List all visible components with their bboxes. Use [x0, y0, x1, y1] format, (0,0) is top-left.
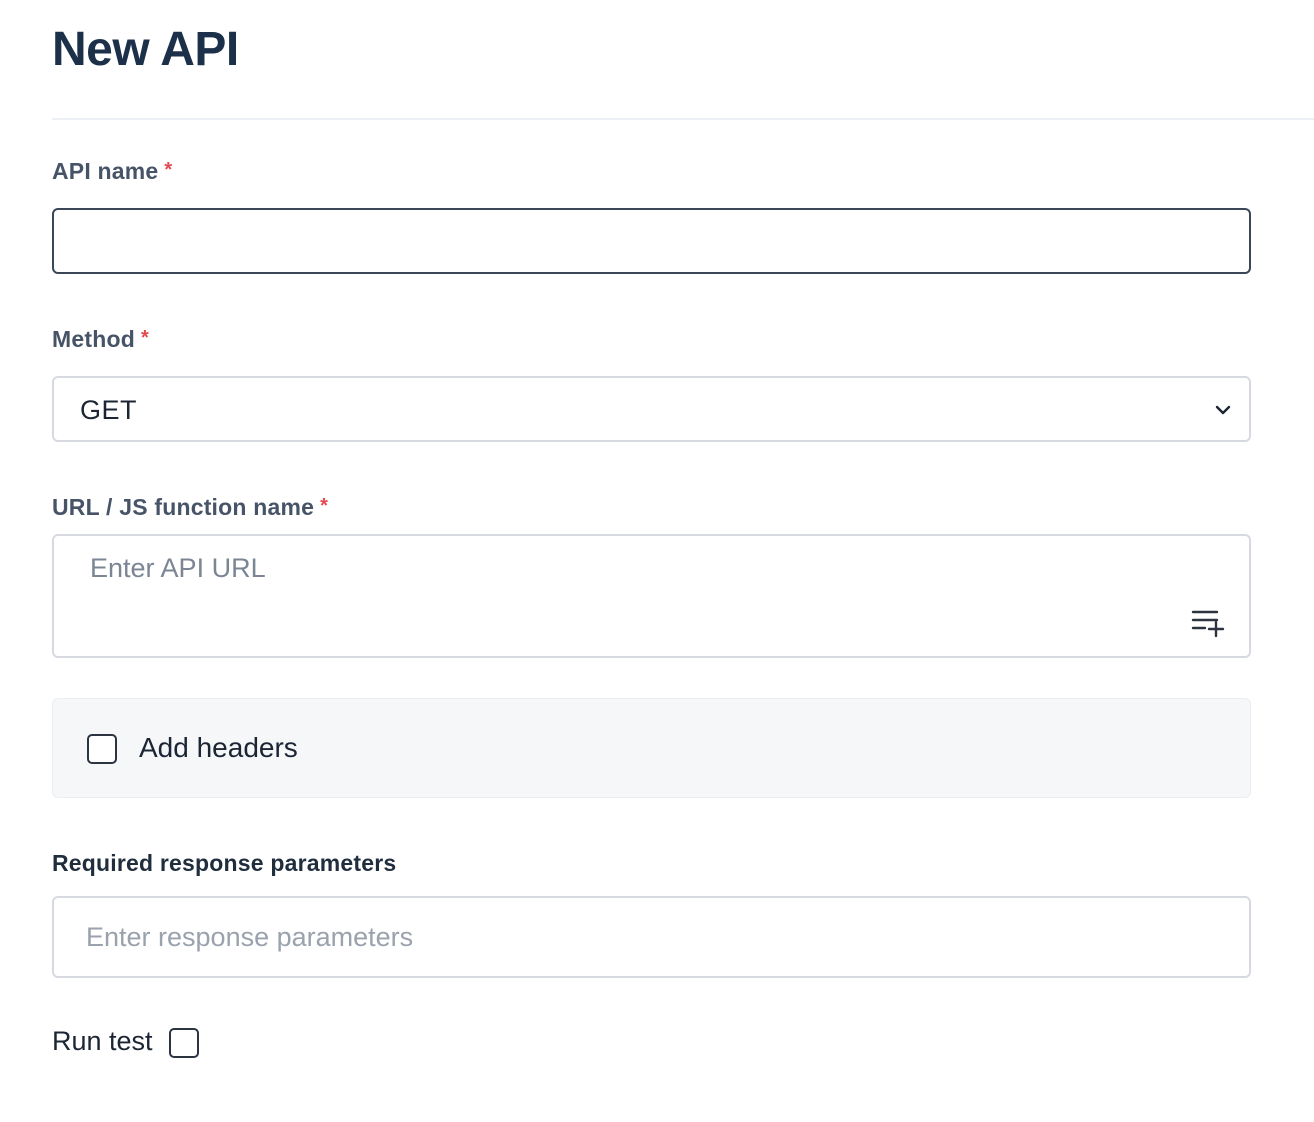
url-label: URL / JS function name *: [52, 494, 328, 521]
url-label-text: URL / JS function name: [52, 494, 315, 520]
method-select[interactable]: GET: [52, 376, 1251, 442]
page-title: New API: [52, 23, 239, 76]
chevron-down-icon: [1215, 405, 1231, 415]
required-asterisk: *: [140, 327, 149, 349]
response-params-input[interactable]: [52, 896, 1251, 978]
method-label: Method *: [52, 326, 149, 353]
api-name-input[interactable]: [52, 208, 1251, 274]
api-name-label-text: API name: [52, 158, 159, 184]
add-headers-label[interactable]: Add headers: [139, 732, 298, 764]
method-select-value: GET: [80, 395, 138, 425]
response-params-label-text: Required response parameters: [52, 850, 397, 876]
headers-panel: Add headers: [52, 698, 1251, 798]
response-params-label: Required response parameters: [52, 850, 396, 877]
api-name-label: API name *: [52, 158, 172, 185]
url-field-container: [52, 534, 1251, 658]
required-asterisk: *: [320, 495, 329, 517]
method-label-text: Method: [52, 326, 135, 352]
title-divider: [52, 118, 1314, 120]
run-test-checkbox[interactable]: [169, 1028, 199, 1058]
run-test-label: Run test: [52, 1026, 153, 1056]
add-headers-checkbox[interactable]: [87, 734, 117, 764]
url-input[interactable]: [90, 550, 1150, 610]
required-asterisk: *: [164, 159, 173, 181]
playlist-add-icon[interactable]: [1191, 608, 1227, 638]
